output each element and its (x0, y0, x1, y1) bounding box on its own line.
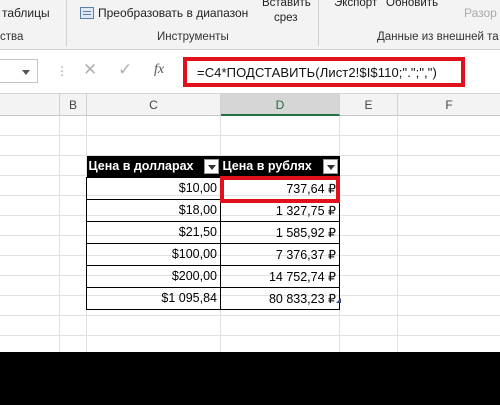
ribbon: таблицы Преобразовать в диапазон Вставит… (0, 0, 500, 50)
column-header-d[interactable]: D (221, 94, 340, 116)
select-all-corner[interactable] (0, 94, 60, 116)
insert-function-icon[interactable]: fx (154, 62, 164, 78)
formula-bar: ⋮ ✕ ✓ fx =C4*ПОДСТАВИТЬ(Лист2!$I$110;"."… (0, 50, 500, 94)
convert-range-icon (80, 7, 94, 19)
enter-icon[interactable]: ✓ (118, 60, 132, 80)
formula-text: =C4*ПОДСТАВИТЬ(Лист2!$I$110;".";",") (197, 65, 437, 80)
cell-rub[interactable]: 80 833,23 ₽ (220, 286, 340, 310)
unlink-button[interactable]: Разор (464, 6, 497, 20)
cell-usd[interactable]: $100,00 (86, 242, 221, 266)
cell-usd[interactable]: $18,00 (86, 198, 221, 222)
table-row: $18,00 1 327,75 ₽ (86, 198, 340, 222)
filter-dropdown-icon[interactable] (322, 159, 338, 174)
table-row: $21,50 1 585,92 ₽ (86, 220, 340, 244)
table-resize-handle[interactable] (336, 298, 341, 303)
cell-usd[interactable]: $21,50 (86, 220, 221, 244)
price-table: Цена в долларах Цена в рублях $10,00 737… (86, 156, 340, 310)
more-icon[interactable]: ⋮ (56, 64, 68, 78)
header-usd-price[interactable]: Цена в долларах (86, 156, 221, 177)
header-rub-price[interactable]: Цена в рублях (220, 156, 340, 177)
convert-to-range-button[interactable]: Преобразовать в диапазон (98, 6, 248, 20)
header-usd-label: Цена в долларах (88, 159, 194, 174)
ribbon-group-tools: Инструменты (157, 31, 229, 43)
refresh-button[interactable]: Обновить (386, 0, 438, 9)
table-row: $200,00 14 752,74 ₽ (86, 264, 340, 288)
name-box[interactable] (0, 59, 38, 83)
ribbon-item-tables[interactable]: таблицы (2, 6, 50, 20)
cell-rub[interactable]: 1 585,92 ₽ (220, 220, 340, 244)
insert-slicer-button-line2[interactable]: срез (274, 12, 298, 24)
table-row: $10,00 737,64 ₽ (86, 176, 340, 200)
column-header-b[interactable]: B (60, 94, 87, 116)
column-header-c[interactable]: C (87, 94, 221, 116)
ribbon-group-external-data: Данные из внешней та (377, 31, 499, 43)
cell-usd[interactable]: $1 095,84 (86, 286, 221, 310)
chevron-down-icon[interactable] (22, 70, 30, 75)
ribbon-group-label: ства (0, 31, 24, 43)
cell-rub[interactable]: 1 327,75 ₽ (220, 198, 340, 222)
table-row: $1 095,84 80 833,23 ₽ (86, 286, 340, 310)
insert-slicer-button-line1[interactable]: Вставить (262, 0, 311, 9)
cell-rub[interactable]: 7 376,37 ₽ (220, 242, 340, 266)
column-headers: B C D E F (0, 94, 500, 116)
export-button[interactable]: Экспорт (334, 0, 377, 9)
column-header-f[interactable]: F (398, 94, 500, 116)
table-row: $100,00 7 376,37 ₽ (86, 242, 340, 266)
ribbon-separator (318, 0, 319, 46)
column-header-e[interactable]: E (340, 94, 398, 116)
excel-window: таблицы Преобразовать в диапазон Вставит… (0, 0, 500, 352)
cell-usd[interactable]: $200,00 (86, 264, 221, 288)
formula-input[interactable]: =C4*ПОДСТАВИТЬ(Лист2!$I$110;".";",") (183, 57, 465, 87)
cell-usd[interactable]: $10,00 (86, 176, 221, 200)
ribbon-separator (66, 0, 67, 46)
cell-rub[interactable]: 14 752,74 ₽ (220, 264, 340, 288)
cancel-icon[interactable]: ✕ (83, 60, 97, 80)
filter-dropdown-icon[interactable] (203, 159, 219, 174)
cell-rub[interactable]: 737,64 ₽ (220, 176, 340, 200)
header-rub-label: Цена в рублях (222, 159, 312, 174)
